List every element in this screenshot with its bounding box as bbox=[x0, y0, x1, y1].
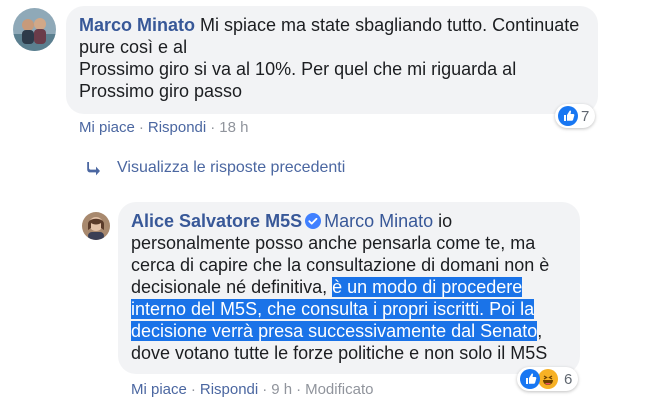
comment-text-line: dove votano tutte le forze politiche e n… bbox=[131, 343, 548, 363]
highlighted-text: decisione verrà presa successivamente da… bbox=[131, 321, 538, 341]
like-icon bbox=[558, 106, 578, 126]
view-previous-label[interactable]: Visualizza le risposte precedenti bbox=[117, 159, 345, 177]
avatar-alice-salvatore[interactable] bbox=[82, 212, 110, 240]
comment-text-line: Prossimo giro passo bbox=[79, 81, 243, 101]
comment-text-line: Mi spiace ma state sbagliando tutto. Con… bbox=[195, 15, 580, 35]
separator: · bbox=[262, 381, 268, 398]
reply-link[interactable]: Rispondi bbox=[148, 119, 206, 136]
comment-actions: Mi piace · Rispondi · 9 h · Modificato bbox=[131, 381, 373, 398]
comment-text: Marco Minato Mi spiace ma state sbaglian… bbox=[79, 14, 594, 102]
reactions-summary[interactable]: 6 bbox=[517, 367, 579, 391]
mention-link[interactable]: Marco Minato bbox=[324, 211, 433, 231]
like-link[interactable]: Mi piace bbox=[131, 381, 187, 398]
like-link[interactable]: Mi piace bbox=[79, 119, 135, 136]
comment-actions: Mi piace · Rispondi · 18 h bbox=[79, 119, 248, 136]
separator: · bbox=[190, 381, 196, 398]
comment-text-line: io bbox=[433, 211, 453, 231]
separator: · bbox=[210, 119, 216, 136]
view-previous-replies[interactable]: Visualizza le risposte precedenti bbox=[86, 159, 345, 177]
comment-text-line: , bbox=[537, 321, 543, 341]
comment-text-line: Prossimo giro si va al 10%. Per quel che… bbox=[79, 59, 517, 79]
separator: · bbox=[138, 119, 144, 136]
timestamp[interactable]: 18 h bbox=[219, 119, 248, 136]
reactions-summary[interactable]: 7 bbox=[555, 104, 596, 128]
highlighted-text: interno del M5S, che consulta i propri i… bbox=[131, 299, 535, 319]
comment-text-line: decisionale né definitiva, bbox=[131, 277, 333, 297]
avatar-marco-minato[interactable] bbox=[13, 8, 56, 51]
reactions-count: 6 bbox=[564, 370, 573, 388]
highlighted-text: è un modo di procedere bbox=[332, 277, 523, 297]
comment-text-line: cerca di capire che la consultazione di … bbox=[131, 255, 550, 275]
comment-text-line: personalmente posso anche pensarla come … bbox=[131, 233, 536, 253]
reply-arrow-icon bbox=[86, 160, 102, 176]
reactions-count: 7 bbox=[581, 107, 590, 125]
verified-badge-icon bbox=[305, 212, 322, 229]
comment-text: Alice Salvatore M5S Marco Minato io perso… bbox=[131, 210, 576, 364]
comment-text-line: pure così e al bbox=[79, 37, 188, 57]
comment-author[interactable]: Marco Minato bbox=[79, 15, 195, 35]
timestamp[interactable]: 9 h bbox=[271, 381, 292, 398]
separator: · bbox=[296, 381, 302, 398]
edited-label[interactable]: Modificato bbox=[305, 381, 373, 398]
reply-link[interactable]: Rispondi bbox=[200, 381, 258, 398]
haha-icon bbox=[538, 369, 558, 389]
like-icon bbox=[520, 369, 540, 389]
comment-author[interactable]: Alice Salvatore M5S bbox=[131, 211, 302, 231]
